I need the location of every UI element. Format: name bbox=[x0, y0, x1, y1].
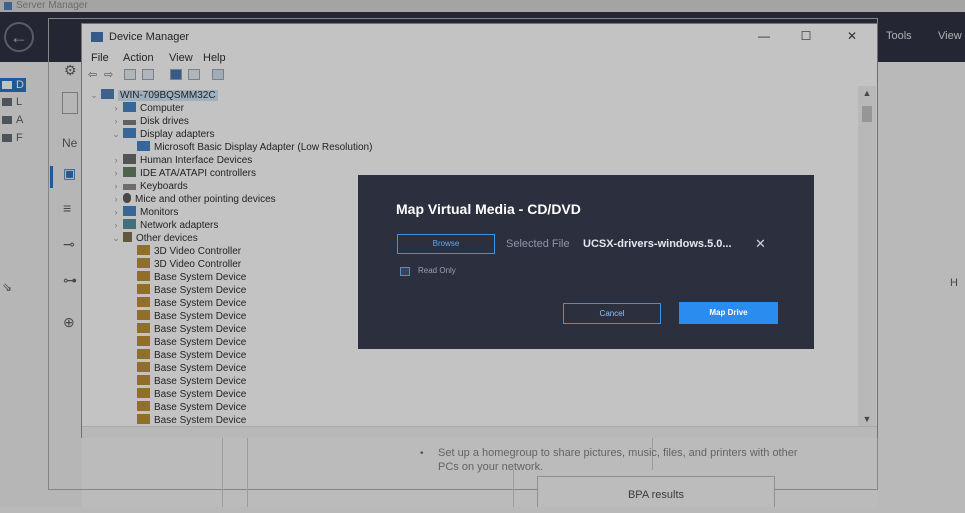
dialog-title: Map Virtual Media - CD/DVD bbox=[396, 201, 581, 217]
map-virtual-media-dialog: Map Virtual Media - CD/DVD Browse Select… bbox=[358, 175, 814, 349]
read-only-checkbox[interactable] bbox=[400, 267, 410, 276]
map-drive-button[interactable]: Map Drive bbox=[679, 302, 778, 324]
clear-file-button[interactable]: ✕ bbox=[755, 236, 766, 252]
selected-file-value: UCSX-drivers-windows.5.0... bbox=[583, 238, 732, 250]
cancel-button[interactable]: Cancel bbox=[563, 303, 661, 324]
selected-file-label: Selected File bbox=[506, 238, 570, 250]
browse-button[interactable]: Browse bbox=[397, 234, 495, 254]
read-only-label: Read Only bbox=[418, 266, 456, 275]
